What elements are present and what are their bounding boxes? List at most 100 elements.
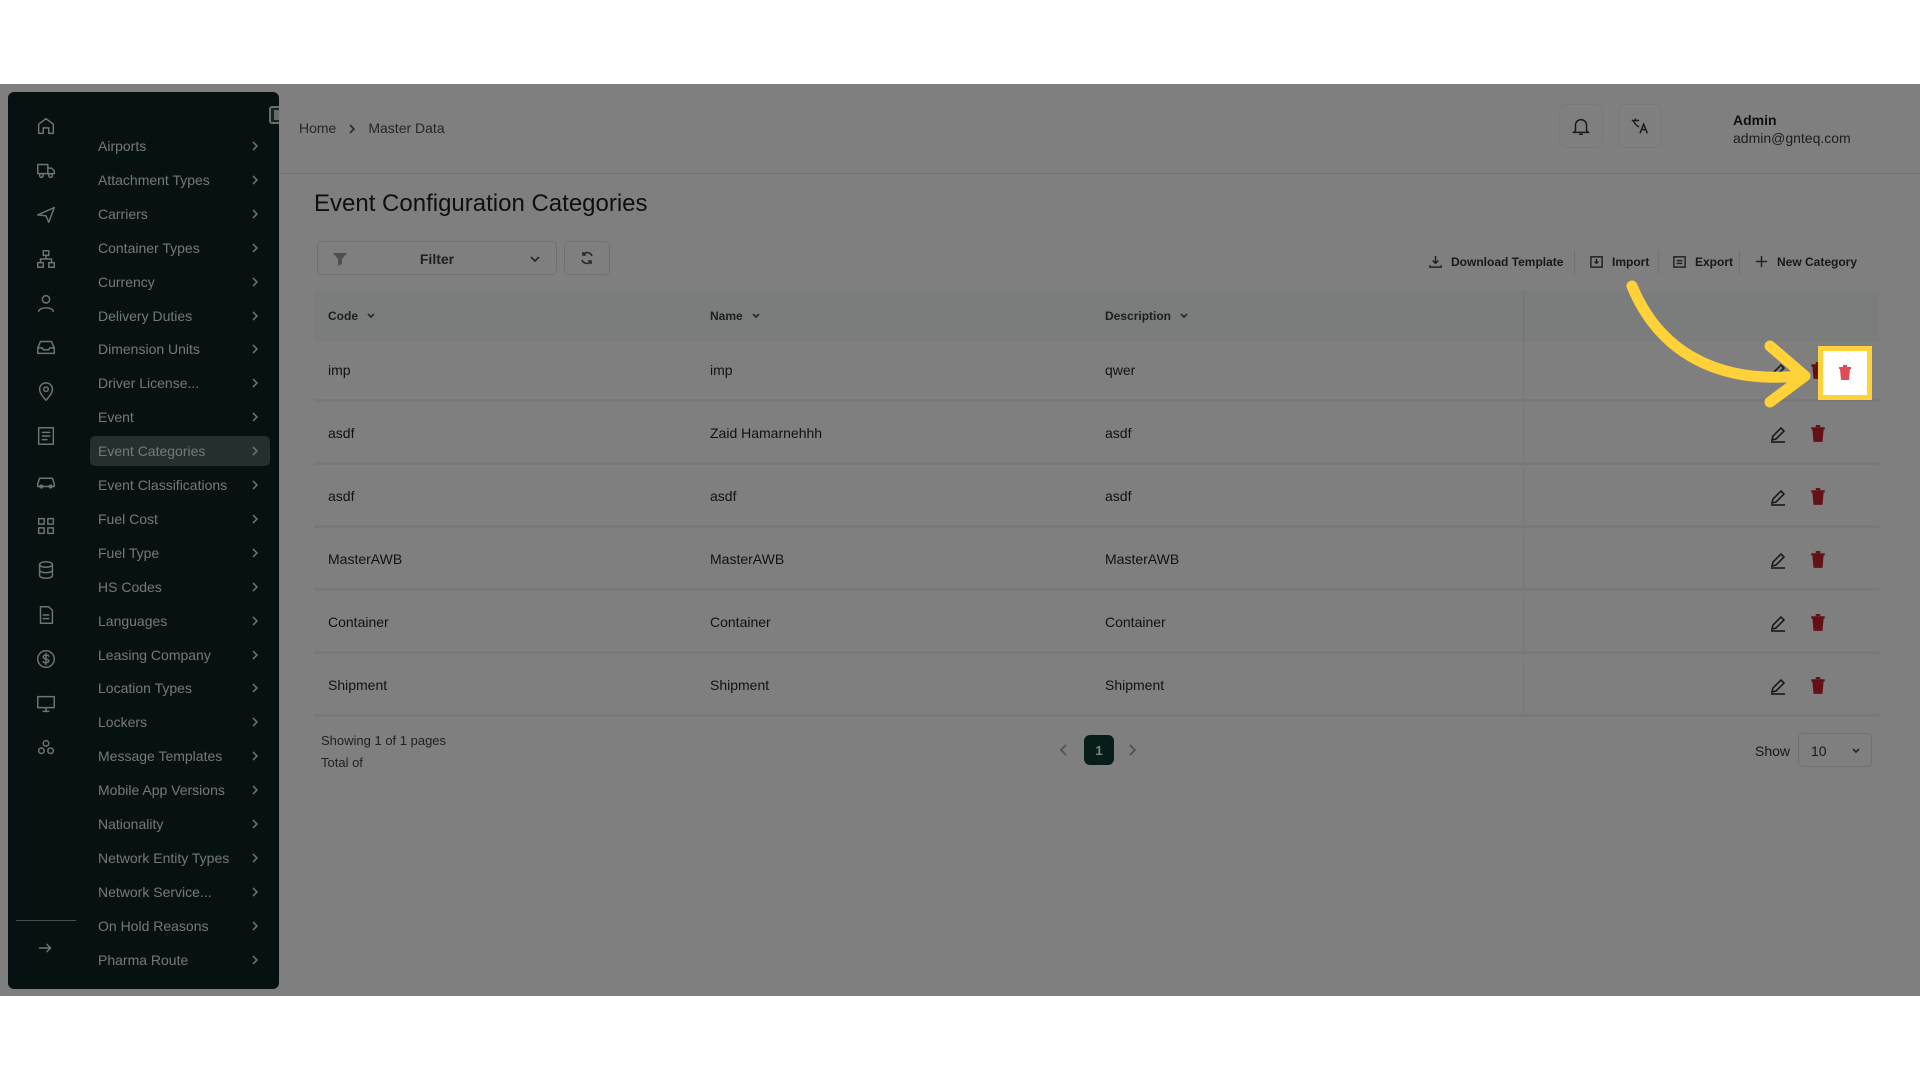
column-divider — [1523, 657, 1524, 714]
column-header-description[interactable]: Description — [1105, 309, 1189, 323]
cell-description: Shipment — [1105, 677, 1165, 693]
sidebar-item-label: Airports — [98, 138, 147, 154]
cell-code: imp — [328, 362, 351, 378]
network-icon[interactable] — [32, 245, 60, 273]
sidebar-item[interactable]: Delivery Duties — [90, 301, 270, 331]
chevron-right-icon — [248, 681, 262, 695]
edit-icon[interactable] — [1769, 551, 1787, 569]
table-row: Container Container Container — [314, 594, 1879, 654]
report-icon[interactable] — [32, 422, 60, 450]
cell-description: Container — [1105, 614, 1166, 630]
next-page-icon[interactable] — [1126, 743, 1138, 757]
page-button-current[interactable]: 1 — [1084, 735, 1114, 765]
sidebar-item[interactable]: Container Types — [90, 233, 270, 263]
import-icon — [1590, 256, 1603, 268]
cell-code: MasterAWB — [328, 551, 403, 567]
page-size-select[interactable]: 10 — [1798, 733, 1872, 767]
trash-icon[interactable] — [1810, 677, 1826, 695]
user-profile[interactable]: Admin admin@gnteq.com — [1682, 100, 1896, 156]
sidebar-item[interactable]: Driver License... — [90, 368, 270, 398]
sidebar-item-label: Event — [98, 409, 134, 426]
sidebar-item[interactable]: Message Templates — [90, 741, 270, 771]
sidebar-item[interactable]: Languages — [90, 606, 270, 636]
sidebar-item-label: Nationality — [98, 816, 164, 832]
sidebar-item[interactable]: Dimension Units — [90, 334, 270, 364]
filter-dropdown[interactable]: Filter — [317, 241, 557, 275]
plane-icon[interactable] — [32, 200, 60, 228]
sidebar-item[interactable]: Fuel Type — [90, 538, 270, 568]
highlighted-delete-button[interactable] — [1818, 346, 1872, 400]
cell-name: MasterAWB — [710, 551, 785, 567]
cell-code: asdf — [328, 425, 355, 441]
home-icon[interactable] — [32, 112, 60, 140]
new-category-button[interactable]: New Category — [1754, 254, 1857, 269]
sidebar-item-label: Network Service... — [98, 883, 212, 900]
cell-name: Zaid Hamarnehhh — [710, 425, 823, 441]
edit-icon[interactable] — [1769, 488, 1787, 506]
sidebar-item[interactable]: On Hold Reasons — [90, 911, 270, 941]
logout-icon[interactable] — [32, 934, 60, 962]
edit-icon[interactable] — [1769, 614, 1787, 632]
sidebar-item[interactable]: Network Service... — [90, 877, 270, 907]
sidebar-item-label: Fuel Type — [98, 544, 160, 561]
sidebar-item[interactable]: Network Entity Types — [90, 843, 270, 873]
inbox-icon[interactable] — [32, 333, 60, 361]
location-pin-icon[interactable] — [32, 378, 60, 406]
trash-icon[interactable] — [1810, 614, 1826, 632]
chevron-right-icon — [248, 715, 262, 729]
trash-icon[interactable] — [1810, 551, 1826, 569]
main-content: Home Master Data Admin admin@gnteq.com E… — [279, 84, 1920, 996]
monitor-icon[interactable] — [32, 690, 60, 718]
filter-label: Filter — [419, 251, 455, 267]
sidebar-item[interactable]: Lockers — [90, 707, 270, 737]
column-divider — [1523, 291, 1524, 342]
sidebar-item[interactable]: Event — [90, 402, 270, 432]
user-icon[interactable] — [32, 289, 60, 317]
sidebar-item[interactable]: Pharma Route — [90, 945, 270, 975]
prev-page-icon[interactable] — [1058, 743, 1070, 757]
sidebar-item[interactable]: Nationality — [90, 809, 270, 839]
dollar-icon[interactable] — [32, 645, 60, 673]
sidebar-item[interactable]: Fuel Cost — [90, 504, 270, 534]
truck-icon[interactable] — [32, 156, 60, 184]
sidebar-item[interactable]: Currency — [90, 267, 270, 297]
download-template-button[interactable]: Download Template — [1428, 254, 1563, 269]
sidebar-item[interactable]: Carriers — [90, 199, 270, 229]
sidebar-item[interactable]: Attachment Types — [90, 165, 270, 195]
edit-icon[interactable] — [1769, 677, 1787, 695]
chevron-right-icon — [248, 546, 262, 560]
export-label: Export — [1695, 254, 1734, 269]
language-button[interactable] — [1618, 104, 1662, 148]
sidebar-item[interactable]: HS Codes — [90, 572, 270, 602]
cluster-icon[interactable] — [32, 734, 60, 762]
column-header-code[interactable]: Code — [328, 309, 376, 323]
page-size-label: Show — [1755, 743, 1791, 759]
cell-description: asdf — [1105, 488, 1132, 504]
notifications-button[interactable] — [1559, 104, 1603, 148]
trash-icon[interactable] — [1810, 488, 1826, 506]
sidebar-item[interactable]: Mobile App Versions — [90, 775, 270, 805]
chevron-right-icon — [248, 919, 262, 933]
database-icon[interactable] — [32, 556, 60, 584]
sidebar-item[interactable]: Event Classifications — [90, 470, 270, 500]
sidebar-item[interactable]: Event Categories — [90, 436, 270, 467]
chevron-right-icon — [248, 342, 262, 356]
import-button[interactable]: Import — [1589, 254, 1649, 269]
column-divider — [1523, 531, 1524, 588]
export-button[interactable]: Export — [1672, 254, 1733, 269]
breadcrumb-home[interactable]: Home — [299, 120, 336, 136]
sidebar-item[interactable]: Location Types — [90, 673, 270, 703]
sidebar-item[interactable]: Leasing Company — [90, 640, 270, 670]
cell-name: Container — [710, 614, 771, 630]
plus-icon — [1755, 255, 1768, 268]
car-icon[interactable] — [32, 467, 60, 495]
sidebar-item[interactable]: Airports — [90, 131, 270, 161]
chevron-right-icon — [248, 783, 262, 797]
download-icon — [1429, 255, 1442, 268]
chevron-right-icon — [248, 614, 262, 628]
refresh-button[interactable] — [564, 241, 610, 275]
column-header-name[interactable]: Name — [710, 309, 761, 323]
grid-icon[interactable] — [32, 512, 60, 540]
document-icon[interactable] — [32, 601, 60, 629]
sidebar-item-label: Carriers — [98, 205, 148, 222]
